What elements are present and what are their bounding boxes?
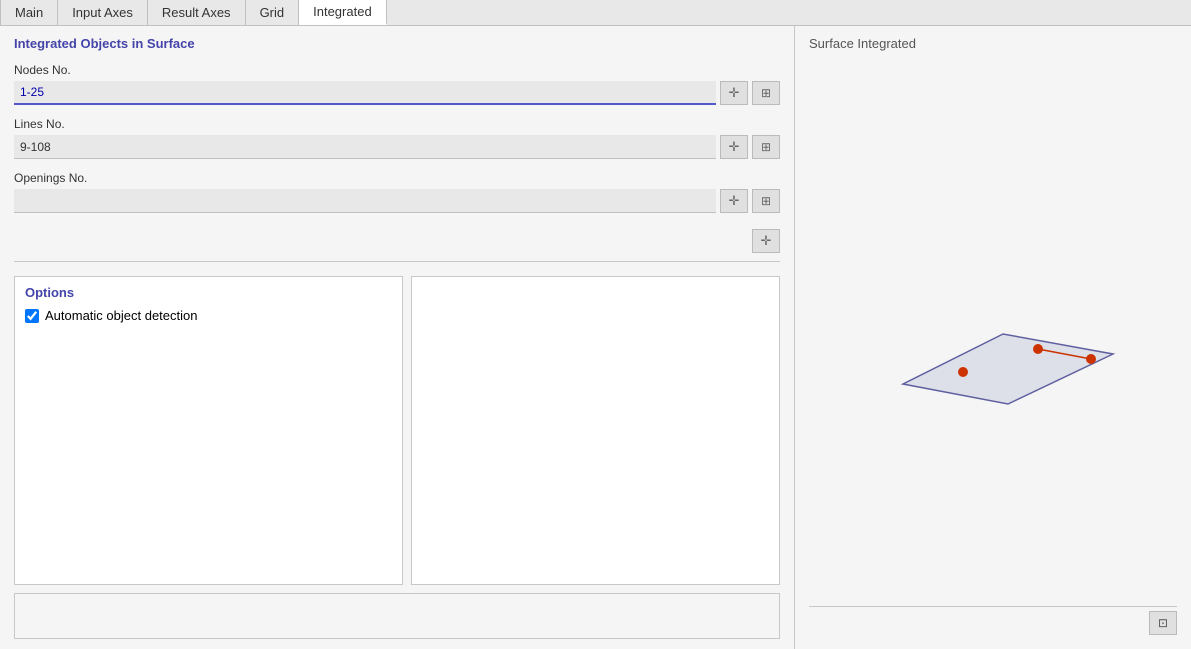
lines-binoculars-btn[interactable]: ⊞	[752, 135, 780, 159]
lines-label: Lines No.	[14, 117, 780, 131]
divider	[14, 261, 780, 262]
right-bottom-bar: ⊡	[809, 606, 1177, 639]
tabs-bar: Main Input Axes Result Axes Grid Integra…	[0, 0, 1191, 26]
lines-input[interactable]	[14, 135, 716, 159]
nodes-row: ✛ ⊞	[14, 81, 780, 105]
tab-main[interactable]: Main	[0, 0, 58, 25]
tab-input-axes[interactable]: Input Axes	[58, 0, 148, 25]
auto-detect-row: Automatic object detection	[25, 308, 392, 323]
binoculars-icon-2: ⊞	[761, 140, 771, 154]
nodes-binoculars-btn[interactable]: ⊞	[752, 81, 780, 105]
cursor-icon-3: ✛	[729, 193, 740, 209]
options-title: Options	[25, 285, 392, 300]
auto-detect-checkbox[interactable]	[25, 309, 39, 323]
openings-row: ✛ ⊞	[14, 189, 780, 213]
surface-diagram	[809, 61, 1177, 606]
photo-icon: ⊡	[1158, 616, 1168, 630]
auto-detect-label: Automatic object detection	[45, 308, 197, 323]
openings-field-group: Openings No. ✛ ⊞	[14, 171, 780, 213]
openings-input[interactable]	[14, 189, 716, 213]
cursor-icon-4: ✛	[761, 233, 772, 249]
tab-grid[interactable]: Grid	[246, 0, 300, 25]
empty-box	[411, 276, 780, 585]
cursor-icon-2: ✛	[729, 139, 740, 155]
nodes-input[interactable]	[14, 81, 716, 105]
binoculars-icon-3: ⊞	[761, 194, 771, 208]
surface-svg	[843, 234, 1143, 434]
cursor-icon: ✛	[729, 85, 740, 101]
lines-row: ✛ ⊞	[14, 135, 780, 159]
photo-btn[interactable]: ⊡	[1149, 611, 1177, 635]
nodes-label: Nodes No.	[14, 63, 780, 77]
openings-label: Openings No.	[14, 171, 780, 185]
extra-cursor-btn[interactable]: ✛	[752, 229, 780, 253]
openings-binoculars-btn[interactable]: ⊞	[752, 189, 780, 213]
lines-field-group: Lines No. ✛ ⊞	[14, 117, 780, 159]
right-panel: Surface Integrated ⊡	[795, 26, 1191, 649]
openings-cursor-btn[interactable]: ✛	[720, 189, 748, 213]
bottom-bar	[14, 593, 780, 639]
extra-cursor-row: ✛	[14, 229, 780, 253]
tab-integrated[interactable]: Integrated	[299, 0, 387, 25]
lines-cursor-btn[interactable]: ✛	[720, 135, 748, 159]
nodes-cursor-btn[interactable]: ✛	[720, 81, 748, 105]
bottom-sections: Options Automatic object detection	[14, 276, 780, 585]
section-title: Integrated Objects in Surface	[14, 36, 780, 51]
main-content: Integrated Objects in Surface Nodes No. …	[0, 26, 1191, 649]
binoculars-icon: ⊞	[761, 86, 771, 100]
right-title: Surface Integrated	[809, 36, 1177, 51]
tab-result-axes[interactable]: Result Axes	[148, 0, 246, 25]
nodes-field-group: Nodes No. ✛ ⊞	[14, 63, 780, 105]
options-box: Options Automatic object detection	[14, 276, 403, 585]
left-panel: Integrated Objects in Surface Nodes No. …	[0, 26, 795, 649]
